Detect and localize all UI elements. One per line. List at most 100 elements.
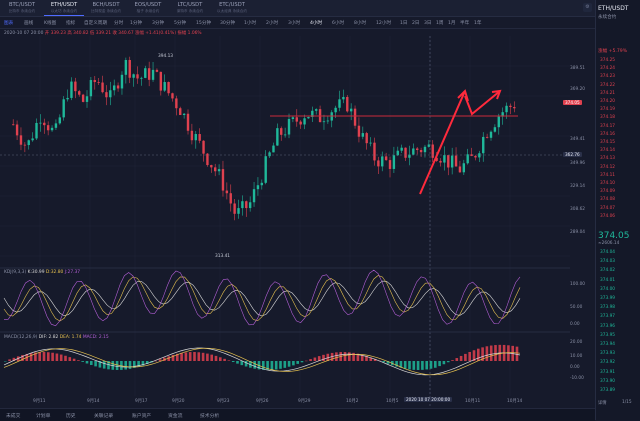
interval-tab[interactable]: 1月	[448, 20, 456, 26]
interval-tab[interactable]: 半年	[460, 20, 469, 26]
ask-price[interactable]: 374.11	[600, 173, 615, 178]
last-price: 374.05	[598, 231, 630, 241]
interval-tab[interactable]: 分时	[114, 20, 123, 26]
ask-price[interactable]: 374.09	[600, 189, 615, 194]
candle-body	[151, 69, 155, 80]
bottom-tab[interactable]: 计划单	[36, 412, 50, 419]
macd-bar	[59, 354, 63, 361]
last-price-sub: ≈2606.14	[598, 241, 620, 246]
ask-price[interactable]: 374.13	[600, 156, 615, 161]
bid-price[interactable]: 374.04	[600, 250, 615, 255]
ask-price[interactable]: 374.21	[600, 91, 615, 96]
bid-price[interactable]: 373.93	[600, 351, 615, 356]
interval-tab[interactable]: 1分钟	[130, 20, 142, 26]
chart-canvas[interactable]	[0, 36, 595, 408]
ask-price[interactable]: 374.15	[600, 140, 615, 145]
bid-price[interactable]: 373.89	[600, 388, 615, 393]
bottom-tab[interactable]: 技术分析	[200, 412, 219, 419]
ask-price[interactable]: 374.19	[600, 107, 615, 112]
macd-bar	[270, 361, 274, 370]
pair-tab-ltc[interactable]: LTC/USDT 莱特币 永续合约	[170, 2, 210, 14]
interval-tab[interactable]: 1年	[474, 20, 482, 26]
pair-tab-btc[interactable]: BTC/USDT 比特币 永续合约	[2, 2, 42, 14]
pair-name: BCH/USDT	[92, 2, 120, 8]
interval-tab[interactable]: 5分钟	[174, 20, 186, 26]
bid-price[interactable]: 373.90	[600, 379, 615, 384]
candle-body	[384, 156, 388, 161]
indicator-button[interactable]: 指标	[66, 20, 75, 26]
bid-price[interactable]: 373.96	[600, 324, 615, 329]
candle-body	[144, 68, 147, 78]
bid-price[interactable]: 373.95	[600, 333, 615, 338]
ask-price[interactable]: 374.24	[600, 66, 615, 71]
interval-tab[interactable]: 30分钟	[220, 20, 235, 26]
pair-tab-etc[interactable]: ETC/USDT 以太经典 永续合约	[212, 2, 252, 14]
bottom-tab[interactable]: 历史	[66, 412, 76, 419]
interval-tab[interactable]: 2小时	[266, 20, 278, 26]
bid-price[interactable]: 374.01	[600, 278, 615, 283]
pair-sub: 以太经典 永续合约	[217, 9, 247, 13]
interval-tab[interactable]: 1日	[400, 20, 408, 26]
interval-tab[interactable]: 6小时	[332, 20, 344, 26]
interval-tab[interactable]: 8小时	[354, 20, 366, 26]
ask-price[interactable]: 374.14	[600, 148, 615, 153]
macd-bar	[4, 361, 7, 362]
bid-price[interactable]: 373.99	[600, 296, 615, 301]
settings-icon[interactable]: ⚙	[583, 3, 592, 12]
custom-period-button[interactable]: 自定义周期	[84, 20, 107, 26]
draw-button[interactable]: 画线	[24, 20, 33, 26]
ask-price[interactable]: 374.20	[600, 99, 615, 104]
candle-body	[439, 160, 442, 163]
bottom-tab[interactable]: 资金流	[168, 412, 182, 419]
interval-tab[interactable]: 12小时	[376, 20, 391, 26]
bottom-tab[interactable]: 未成交	[6, 412, 20, 419]
bid-price[interactable]: 373.91	[600, 370, 615, 375]
ask-price[interactable]: 374.16	[600, 132, 615, 137]
interval-tab[interactable]: 1周	[436, 20, 444, 26]
interval-tab[interactable]: 2日	[412, 20, 420, 26]
ask-price[interactable]: 374.23	[600, 74, 615, 79]
interval-tab[interactable]: 3分钟	[152, 20, 164, 26]
ask-price[interactable]: 374.08	[600, 197, 615, 202]
candle-body	[361, 133, 365, 137]
panel-tab[interactable]: 1/15	[622, 400, 632, 405]
ask-price[interactable]: 374.18	[600, 115, 615, 120]
bid-price[interactable]: 373.98	[600, 305, 615, 310]
bid-price[interactable]: 374.00	[600, 287, 615, 292]
bid-list: 374.04 374.03 374.02 374.01 374.00 373.99 373.…	[595, 250, 640, 400]
bid-price[interactable]: 374.02	[600, 268, 615, 273]
macd-bar	[124, 361, 127, 370]
interval-tab[interactable]: 3小时	[288, 20, 300, 26]
macd-bar	[214, 355, 218, 361]
macd-bar	[72, 358, 76, 361]
bottom-tab[interactable]: 账户资产	[132, 412, 151, 419]
ask-price[interactable]: 374.17	[600, 124, 615, 129]
bid-price[interactable]: 374.03	[600, 259, 615, 264]
pair-tab-eos[interactable]: EOS/USDT 柚子 永续合约	[128, 2, 168, 14]
interval-tab-active[interactable]: 4小时	[310, 20, 322, 26]
ask-price[interactable]: 374.10	[600, 181, 615, 186]
ask-price[interactable]: 374.07	[600, 206, 615, 211]
candle-body	[419, 150, 423, 153]
pair-tab-eth[interactable]: ETH/USDT 以太坊 永续合约	[44, 2, 84, 16]
interval-tab[interactable]: 1小时	[244, 20, 256, 26]
interval-tab[interactable]: 3日	[424, 20, 432, 26]
bid-price[interactable]: 373.92	[600, 360, 615, 365]
ask-price[interactable]: 374.12	[600, 165, 615, 170]
macd-bar	[485, 346, 489, 361]
macd-bar	[51, 352, 54, 361]
pair-tab-bch[interactable]: BCH/USDT 比特现金 永续合约	[86, 2, 126, 14]
ask-price[interactable]: 374.06	[600, 214, 615, 219]
interval-tab[interactable]: 15分钟	[196, 20, 211, 26]
ask-price[interactable]: 374.25	[600, 58, 615, 63]
macd-bar	[253, 361, 256, 369]
macd-bar	[64, 355, 67, 361]
bid-price[interactable]: 373.94	[600, 342, 615, 347]
chart-view-button[interactable]: 图表	[4, 20, 13, 26]
candle-body	[15, 124, 19, 136]
panel-tab[interactable]: 详情	[598, 400, 607, 406]
bottom-tab[interactable]: 关联记录	[94, 412, 113, 419]
candle-button[interactable]: K线图	[44, 20, 56, 26]
bid-price[interactable]: 373.97	[600, 314, 615, 319]
ask-price[interactable]: 374.22	[600, 83, 615, 88]
